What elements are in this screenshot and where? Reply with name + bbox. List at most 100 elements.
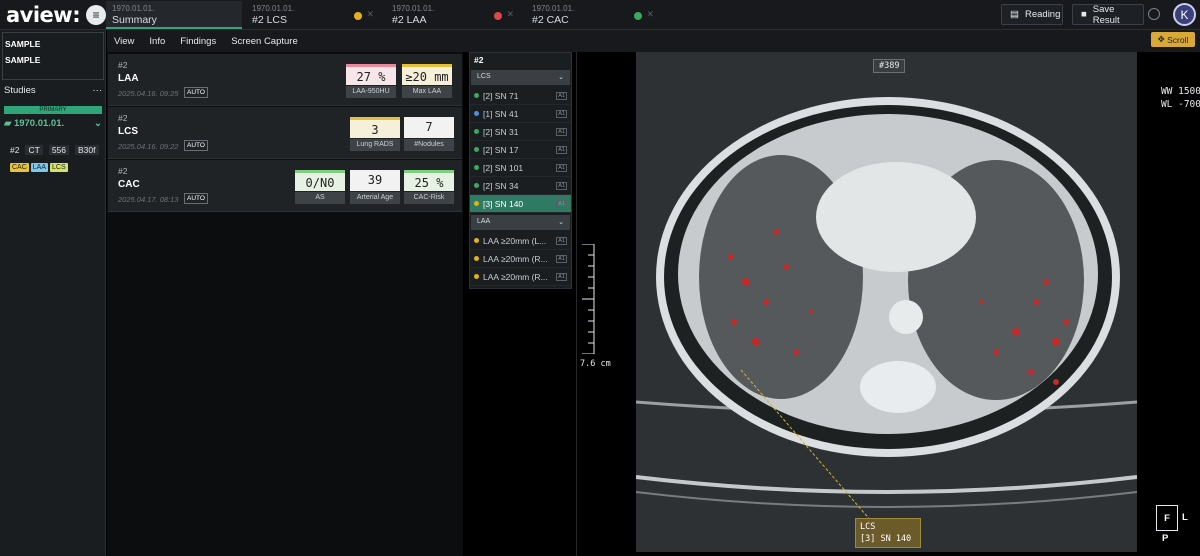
reading-button[interactable]: ▤ Reading [1001, 4, 1063, 25]
finding-tag: A1 [556, 127, 567, 136]
badge-laa[interactable]: LAA [30, 163, 49, 172]
chevron-down-icon[interactable]: ⌄ [94, 118, 102, 129]
studies-header: Studies ··· [4, 85, 102, 96]
summary-panel: #2 LAA 2025.04.16. 09:25 AUTO 27 % LAA-9… [107, 52, 463, 556]
auto-badge: AUTO [184, 140, 208, 151]
finding-item[interactable]: LAA ≥20mm (R... A1 [470, 268, 571, 286]
summary-card-cac[interactable]: #2 CAC 2025.04.17. 08:13 AUTO 0/N0 AS 39… [108, 160, 462, 212]
tab-date: 1970.01.01. [392, 4, 435, 13]
tab-date: 1970.01.01. [532, 4, 575, 13]
status-dot [634, 12, 642, 20]
status-dot [474, 201, 479, 206]
studies-label: Studies [4, 85, 36, 96]
clock-icon[interactable] [1148, 8, 1160, 20]
finding-tag: A1 [556, 272, 567, 281]
tab-date: 1970.01.01. [112, 4, 155, 13]
finding-tag: A1 [556, 163, 567, 172]
metric-label: Lung RADS [350, 139, 400, 151]
finding-item[interactable]: [2] SN 101 A1 [470, 159, 571, 177]
avatar[interactable]: K [1173, 3, 1196, 26]
finding-label: [2] SN 71 [483, 90, 519, 101]
window-level: WW 1500 WL -700 [1149, 85, 1200, 111]
reading-label: Reading [1024, 9, 1061, 20]
finding-item-selected[interactable]: [3] SN 140 A1 [470, 195, 571, 213]
image-viewer[interactable]: #389 WW 1500 WL -700 7.6 cm F L P LCS [3… [576, 52, 1200, 556]
findings-header: #2 [474, 55, 484, 65]
status-dot [474, 147, 479, 152]
close-icon[interactable]: ✕ [506, 9, 514, 20]
series-count: 556 [48, 145, 69, 155]
finding-label: LAA ≥20mm (L... [483, 235, 547, 246]
series-number: #2 [10, 145, 20, 155]
window-center: WL -700 [1160, 99, 1200, 110]
finding-item[interactable]: [2] SN 71 A1 [470, 87, 571, 105]
scale-ruler [582, 244, 595, 354]
finding-item[interactable]: [2] SN 17 A1 [470, 141, 571, 159]
folder-icon: ▰ [4, 118, 14, 129]
status-dot [474, 256, 479, 261]
close-icon[interactable]: ✕ [646, 9, 654, 20]
analysis-badges: CAC LAA LCS [10, 163, 68, 172]
finding-tag: A1 [556, 199, 567, 208]
list-add-icon[interactable]: ≡ [86, 5, 107, 25]
group-lcs[interactable]: LCS ⌄ [471, 70, 570, 85]
scroll-button[interactable]: ✥ Scroll [1151, 32, 1195, 47]
badge-cac[interactable]: CAC [10, 163, 29, 172]
study-item[interactable]: ▰ 1970.01.01. ⌄ [4, 118, 102, 129]
finding-item[interactable]: [2] SN 31 A1 [470, 123, 571, 141]
series-kernel: B30f [75, 145, 99, 155]
metric-value: 7 [404, 117, 454, 138]
card-time: 2025.04.17. 08:13 [118, 195, 179, 204]
patient-id: SAMPLE [5, 55, 41, 65]
tab-date: 1970.01.01. [252, 4, 295, 13]
metric-laa-950hu: 27 % LAA-950HU [346, 64, 396, 98]
save-result-button[interactable]: ■ Save Result [1072, 3, 1144, 26]
close-icon[interactable]: ✕ [366, 9, 374, 20]
series-item[interactable]: #2 CT 556 B30f [10, 145, 99, 155]
app-logo: aview: ≡ [6, 2, 107, 28]
study-date: 1970.01.01. [13, 118, 65, 129]
orientation-posterior: P [1162, 533, 1169, 544]
summary-card-laa[interactable]: #2 LAA 2025.04.16. 09:25 AUTO 27 % LAA-9… [108, 54, 462, 106]
annotation-detail: [3] SN 140 [860, 534, 912, 544]
metric-nodules: 7 #Nodules [404, 117, 454, 151]
badge-lcs[interactable]: LCS [50, 163, 68, 172]
metric-value: 0/N0 [295, 170, 345, 191]
menu-screen-capture[interactable]: Screen Capture [231, 36, 298, 47]
metric-max-laa: ≥20 mm Max LAA [402, 64, 452, 98]
group-laa[interactable]: LAA ⌄ [471, 215, 570, 230]
summary-card-lcs[interactable]: #2 LCS 2025.04.16. 09:22 AUTO 3 Lung RAD… [108, 107, 462, 159]
finding-annotation[interactable]: LCS [3] SN 140 [855, 518, 921, 548]
save-label: Save Result [1092, 3, 1120, 26]
findings-list: #2 LCS ⌄ [2] SN 71 A1 [1] SN 41 A1 [2] SN … [469, 52, 572, 289]
finding-item[interactable]: LAA ≥20mm (L... A1 [470, 232, 571, 250]
status-dot [354, 12, 362, 20]
tab-lcs[interactable]: 1970.01.01. #2 LCS ✕ [246, 1, 382, 29]
status-dot [494, 12, 502, 20]
metric-cac-risk: 25 % CAC-Risk [404, 170, 454, 204]
slice-number: #389 [873, 59, 906, 73]
tab-laa[interactable]: 1970.01.01. #2 LAA ✕ [386, 1, 522, 29]
tab-summary[interactable]: 1970.01.01. Summary [106, 1, 242, 29]
finding-tag: A1 [556, 181, 567, 190]
logo-text: aview: [6, 3, 81, 27]
card-title: CAC [118, 179, 140, 190]
finding-item[interactable]: LAA ≥20mm (R... A1 [470, 250, 571, 268]
ct-image-area[interactable] [635, 52, 1138, 552]
finding-tag: A1 [556, 236, 567, 245]
more-icon[interactable]: ··· [93, 85, 103, 96]
metric-label: CAC-Risk [404, 192, 454, 204]
card-time: 2025.04.16. 09:25 [118, 89, 179, 98]
scroll-label: Scroll [1167, 34, 1189, 45]
finding-label: [3] SN 140 [483, 198, 524, 209]
finding-label: LAA ≥20mm (R... [483, 253, 548, 264]
menu-view[interactable]: View [114, 36, 134, 47]
finding-item[interactable]: [1] SN 41 A1 [470, 105, 571, 123]
menu-info[interactable]: Info [149, 36, 165, 47]
group-label: LCS [477, 73, 491, 80]
tab-cac[interactable]: 1970.01.01. #2 CAC ✕ [526, 1, 662, 29]
menu-findings[interactable]: Findings [180, 36, 216, 47]
finding-item[interactable]: [2] SN 34 A1 [470, 177, 571, 195]
tab-label: Summary [112, 14, 157, 26]
card-title: LCS [118, 126, 138, 137]
